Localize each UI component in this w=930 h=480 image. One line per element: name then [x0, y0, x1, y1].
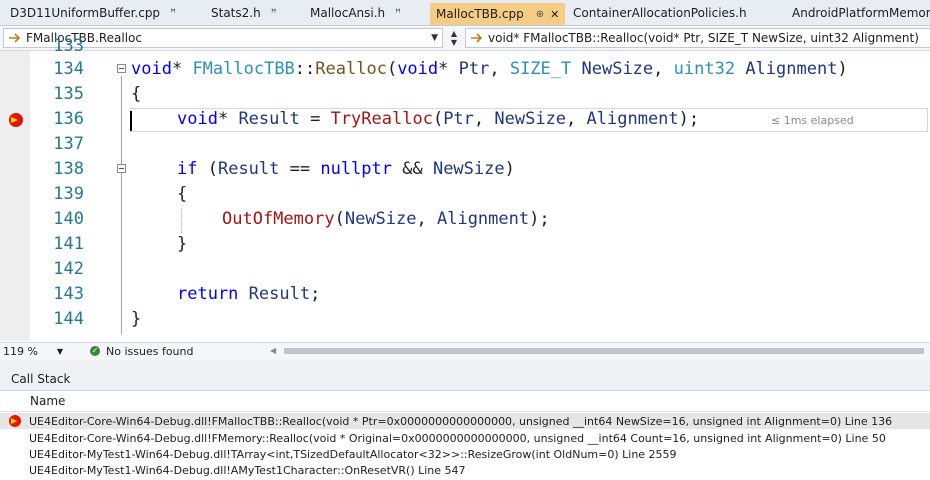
- code-text: }: [131, 309, 142, 329]
- code-text: return Result;: [177, 284, 321, 304]
- current-frame-icon: [9, 415, 21, 427]
- frame-text: UE4Editor-Core-Win64-Debug.dll!FMallocTB…: [29, 414, 893, 428]
- code-line: 133: [0, 35, 930, 60]
- line-number: 136: [53, 109, 84, 129]
- pin-icon[interactable]: ꟸ: [170, 8, 176, 19]
- horizontal-scrollbar[interactable]: ◀: [270, 346, 930, 356]
- code-line: 143 return Result;: [0, 283, 930, 308]
- callstack-title-bar: Call Stack: [0, 368, 930, 391]
- tab-label: MallocTBB.cpp: [436, 7, 524, 21]
- line-number: 139: [53, 184, 84, 204]
- tab-d3d11uniformbuffer[interactable]: D3D11UniformBuffer.cpp ꟸ: [4, 3, 199, 23]
- tab-androidplatformmemory[interactable]: AndroidPlatformMemor: [786, 3, 930, 23]
- code-line: 142: [0, 258, 930, 283]
- callstack-row[interactable]: UE4Editor-Core-Win64-Debug.dll!FMemory::…: [0, 430, 930, 446]
- check-circle-icon: ✓: [90, 346, 100, 356]
- collapse-icon[interactable]: [117, 64, 126, 73]
- pin-icon[interactable]: ⊕: [536, 9, 544, 20]
- tab-label: D3D11UniformBuffer.cpp: [10, 6, 161, 20]
- line-number: 134: [53, 59, 84, 79]
- panel-splitter[interactable]: [0, 360, 930, 368]
- code-text: }: [177, 234, 188, 254]
- close-icon[interactable]: ✕: [550, 8, 559, 21]
- line-number: 138: [53, 159, 84, 179]
- callstack-row[interactable]: UE4Editor-Core-Win64-Debug.dll!FMallocTB…: [0, 413, 930, 429]
- code-line: 138 if (Result == nullptr && NewSize): [0, 158, 930, 183]
- arrow-right-icon: [11, 117, 18, 123]
- tab-containerallocationpolicies[interactable]: ContainerAllocationPolicies.h: [567, 3, 782, 23]
- column-label: Name: [30, 394, 66, 408]
- zoom-dropdown[interactable]: 119 % ▼: [3, 343, 63, 359]
- chevron-down-icon: ▼: [56, 346, 63, 356]
- tab-label: Stats2.h: [211, 6, 261, 20]
- arrow-right-icon: [11, 418, 17, 424]
- code-line: 141 }: [0, 233, 930, 258]
- code-editor[interactable]: 133 134 void* FMallocTBB::Realloc(void* …: [0, 36, 930, 341]
- line-number: 135: [53, 84, 84, 104]
- code-line: 134 void* FMallocTBB::Realloc(void* Ptr,…: [0, 58, 930, 83]
- zoom-level: 119 %: [3, 344, 38, 358]
- code-text: if (Result == nullptr && NewSize): [177, 159, 515, 179]
- editor-status-bar: 119 % ▼ ✓ No issues found ◀: [0, 342, 930, 360]
- code-line: 140 OutOfMemory(NewSize, Alignment);: [0, 208, 930, 233]
- tab-mallocansi[interactable]: MallocAnsi.h ꟸ: [304, 3, 426, 23]
- code-text: OutOfMemory(NewSize, Alignment);: [222, 209, 550, 229]
- perf-tip[interactable]: ≤ 1ms elapsed: [771, 114, 854, 127]
- line-number: 143: [53, 284, 84, 304]
- line-number: 144: [53, 309, 84, 329]
- code-line: 137: [0, 133, 930, 158]
- line-number: 142: [53, 259, 84, 279]
- pin-icon[interactable]: ꟸ: [271, 8, 277, 19]
- line-number: 140: [53, 209, 84, 229]
- scrollbar-thumb[interactable]: [284, 348, 924, 354]
- code-line: 135 {: [0, 83, 930, 108]
- column-header-name[interactable]: Name: [0, 391, 930, 412]
- code-line-current: 136 void* Result = TryRealloc(Ptr, NewSi…: [0, 108, 930, 133]
- tab-malloctbb[interactable]: MallocTBB.cpp ⊕ ✕: [430, 3, 565, 25]
- line-number: 141: [53, 234, 84, 254]
- code-text: void* Result = TryRealloc(Ptr, NewSize, …: [177, 109, 700, 129]
- callstack-row[interactable]: UE4Editor-MyTest1-Win64-Debug.dll!AMyTes…: [0, 462, 930, 478]
- issues-indicator[interactable]: ✓ No issues found: [90, 343, 193, 359]
- pin-icon[interactable]: ꟸ: [395, 8, 401, 19]
- line-number: 137: [53, 134, 84, 154]
- collapse-icon[interactable]: [117, 164, 126, 173]
- code-line: 139 {: [0, 183, 930, 208]
- callstack-row[interactable]: UE4Editor-MyTest1-Win64-Debug.dll!TArray…: [0, 446, 930, 462]
- code-text: {: [177, 184, 188, 204]
- code-text: void* FMallocTBB::Realloc(void* Ptr, SIZ…: [131, 59, 848, 79]
- frame-text: UE4Editor-Core-Win64-Debug.dll!FMemory::…: [29, 431, 886, 445]
- text-caret: [130, 111, 132, 131]
- frame-text: UE4Editor-MyTest1-Win64-Debug.dll!AMyTes…: [29, 463, 466, 477]
- panel-title: Call Stack: [11, 372, 71, 386]
- code-text: {: [131, 84, 142, 104]
- code-line: 144 }: [0, 308, 930, 333]
- line-number: 133: [53, 36, 84, 56]
- tab-label: AndroidPlatformMemor: [792, 6, 930, 20]
- frame-text: UE4Editor-MyTest1-Win64-Debug.dll!TArray…: [29, 447, 677, 461]
- issues-text: No issues found: [106, 344, 194, 358]
- tab-stats2[interactable]: Stats2.h ꟸ: [205, 3, 300, 23]
- tab-label: ContainerAllocationPolicies.h: [573, 6, 747, 20]
- breakpoint-current-icon[interactable]: [9, 113, 23, 127]
- document-tab-bar: D3D11UniformBuffer.cpp ꟸ Stats2.h ꟸ Mall…: [0, 0, 930, 26]
- tab-label: MallocAnsi.h: [310, 6, 386, 20]
- scroll-left-icon[interactable]: ◀: [270, 346, 276, 355]
